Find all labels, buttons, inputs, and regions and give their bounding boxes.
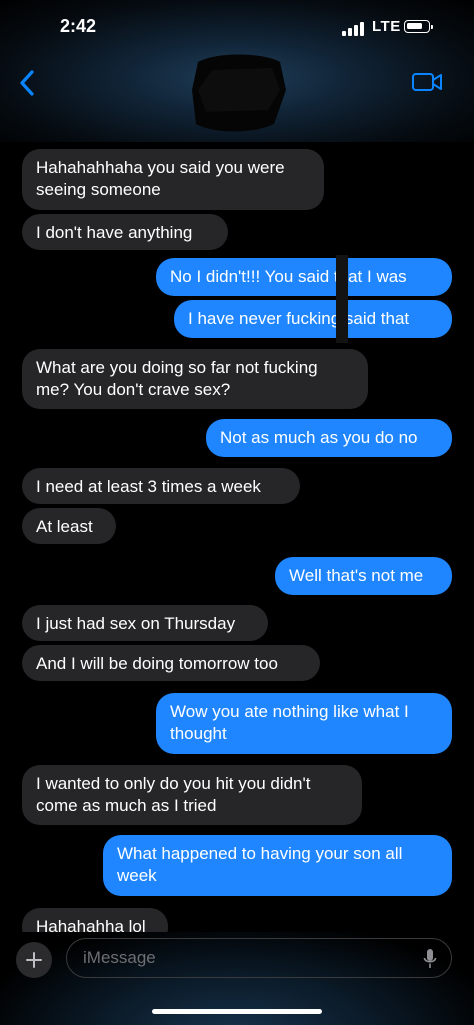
chevron-left-icon[interactable] [14,66,44,100]
message-thread[interactable]: Hahahahhaha you said you were seeing som… [0,142,474,932]
outgoing-message[interactable]: I have never fucking said that [174,300,452,338]
incoming-message[interactable]: Hahahahhaha you said you were seeing som… [22,149,324,210]
input-placeholder: iMessage [83,948,156,967]
incoming-message[interactable]: I wanted to only do you hit you didn't c… [22,765,362,825]
status-bar: 2:42 LTE [0,0,474,52]
signal-bars-icon [342,22,364,36]
message-composer: iMessage [0,932,474,1025]
redaction-mark [336,255,348,343]
home-indicator[interactable] [152,1009,322,1014]
redacted-contact-avatar[interactable] [176,50,300,134]
incoming-message[interactable]: I need at least 3 times a week [22,468,300,504]
incoming-message[interactable]: And I will be doing tomorrow too [22,645,320,681]
incoming-message[interactable]: What are you doing so far not fucking me… [22,349,368,409]
incoming-message[interactable]: At least [22,508,116,544]
outgoing-message[interactable]: Well that's not me [275,557,452,595]
network-type: LTE [372,18,401,35]
plus-icon[interactable] [16,942,52,978]
incoming-message[interactable]: I don't have anything [22,214,228,250]
battery-icon [404,20,433,33]
microphone-icon[interactable] [423,948,437,970]
video-camera-icon[interactable] [410,70,444,94]
outgoing-message[interactable]: Wow you ate nothing like what I thought [156,693,452,754]
imessage-input[interactable]: iMessage [66,938,452,978]
outgoing-message[interactable]: No I didn't!!! You said that I was [156,258,452,296]
outgoing-message[interactable]: Not as much as you do no [206,419,452,457]
incoming-message[interactable]: Hahahahha lol [22,908,168,932]
outgoing-message[interactable]: What happened to having your son all wee… [103,835,452,896]
incoming-message[interactable]: I just had sex on Thursday [22,605,268,641]
status-time: 2:42 [60,16,97,36]
